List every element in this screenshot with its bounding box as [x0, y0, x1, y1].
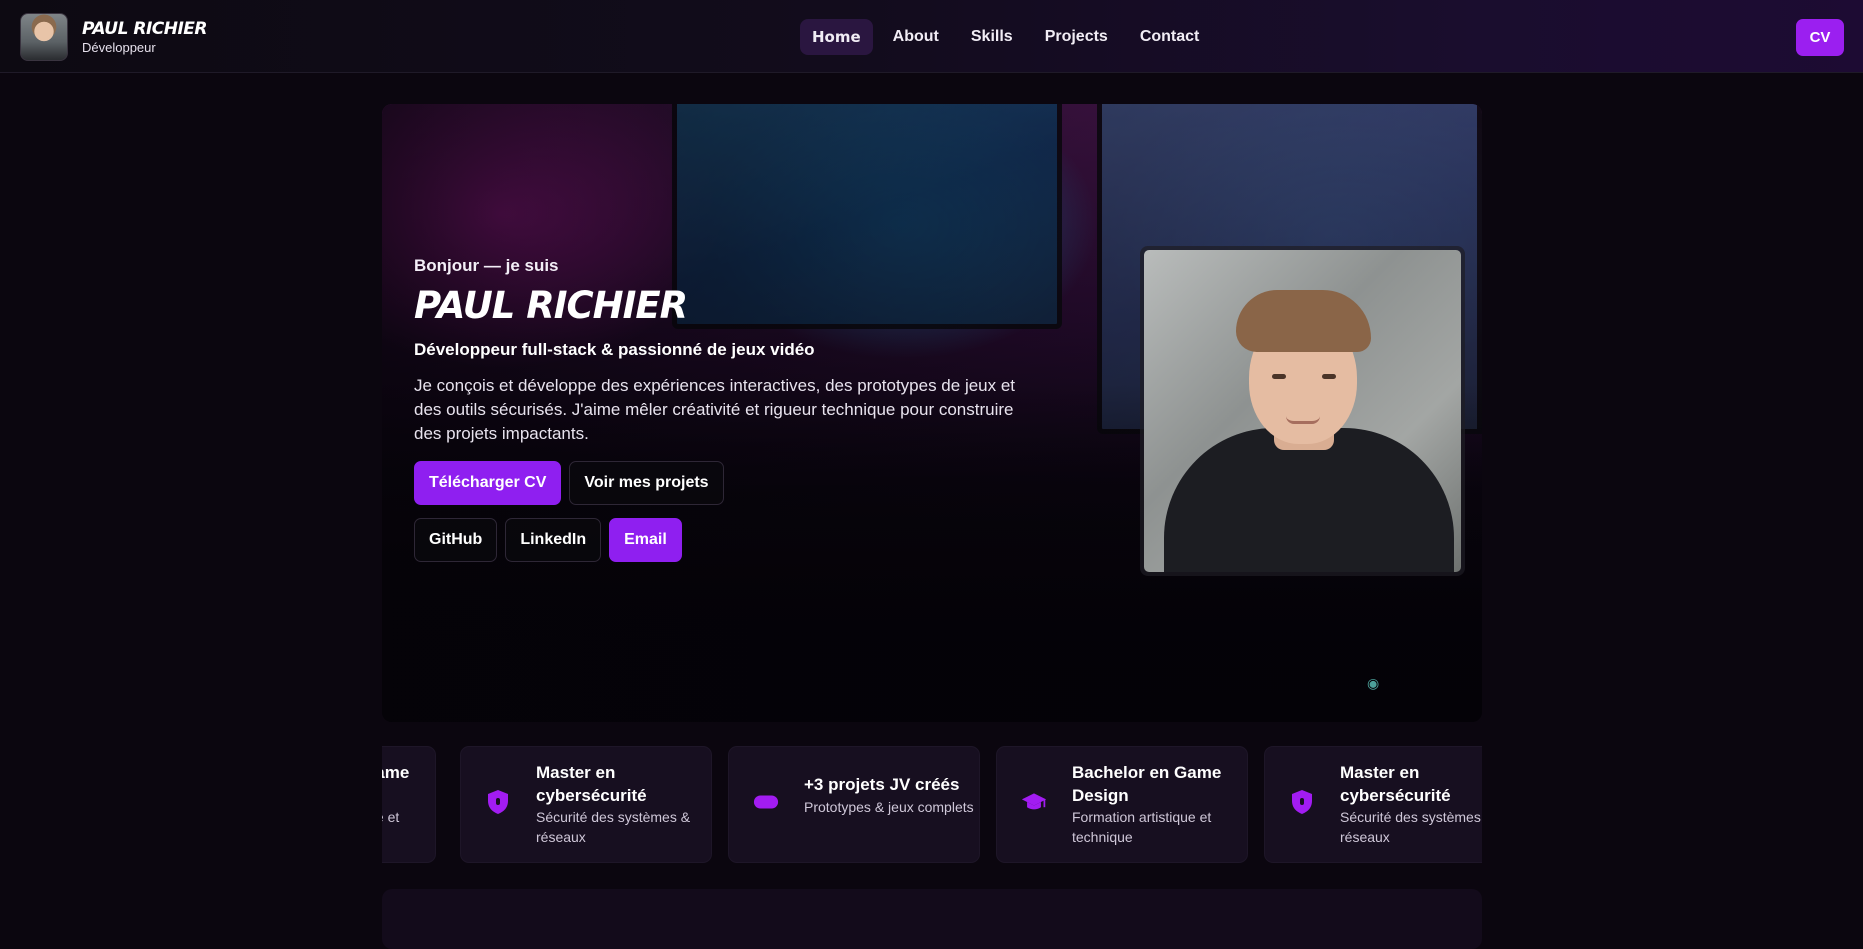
- scroll-eye-icon: ◉: [1367, 675, 1380, 691]
- graduation-cap-icon: [1021, 789, 1047, 815]
- nav-links: Home About Skills Projects Contact: [800, 19, 1219, 55]
- stat-title: Bachelor en Game Design: [1072, 763, 1222, 805]
- hero-actions: Télécharger CV Voir mes projets: [414, 461, 1034, 505]
- nav-link-about[interactable]: About: [881, 19, 951, 55]
- nav-link-skills[interactable]: Skills: [959, 19, 1025, 55]
- stat-card: Bachelor en Game Design Formation artist…: [996, 746, 1248, 863]
- brand[interactable]: Paul Richier Développeur: [20, 13, 208, 61]
- gamepad-icon: [753, 789, 779, 815]
- next-section-panel: [382, 889, 1482, 949]
- cv-button[interactable]: CV: [1796, 19, 1844, 56]
- shield-icon: [1289, 789, 1315, 815]
- hero-name: Paul Richier: [414, 284, 688, 327]
- email-button[interactable]: Email: [609, 518, 682, 562]
- hero-description: Je conçois et développe des expériences …: [414, 376, 1016, 443]
- hero-greeting: Bonjour — je suis: [414, 256, 559, 275]
- brand-text: Paul Richier Développeur: [82, 19, 208, 55]
- brand-name: Paul Richier: [82, 19, 208, 39]
- download-cv-button[interactable]: Télécharger CV: [414, 461, 562, 505]
- nav-link-projects[interactable]: Projects: [1033, 19, 1120, 55]
- nav-link-home[interactable]: Home: [800, 19, 873, 55]
- stat-card: Master en cybersécurité Sécurité des sys…: [460, 746, 712, 863]
- view-projects-button[interactable]: Voir mes projets: [569, 461, 724, 505]
- nav-link-contact[interactable]: Contact: [1128, 19, 1212, 55]
- stat-desc: Formation artistique et technique: [382, 809, 400, 825]
- photo-smile: [1286, 416, 1320, 424]
- photo-eye-left: [1272, 374, 1286, 379]
- stat-card: +3 projets JV créés Prototypes & jeux co…: [728, 746, 980, 863]
- linkedin-button[interactable]: LinkedIn: [505, 518, 602, 562]
- stat-desc: Sécurité des systèmes & réseaux: [1340, 809, 1482, 845]
- brand-role: Développeur: [82, 40, 156, 55]
- github-button[interactable]: GitHub: [414, 518, 498, 562]
- stat-desc: Prototypes & jeux complets: [804, 799, 974, 815]
- photo-eye-right: [1322, 374, 1336, 379]
- stat-card: Master en cybersécurité Sécurité des sys…: [1264, 746, 1482, 863]
- stat-card: Bachelor en Game Design Formation artist…: [382, 746, 436, 863]
- stat-desc: Sécurité des systèmes & réseaux: [536, 809, 691, 845]
- top-navbar: Paul Richier Développeur Home About Skil…: [0, 0, 1863, 73]
- social-links: GitHub LinkedIn Email: [414, 518, 1034, 562]
- hero-section: Bonjour — je suis Paul Richier Développe…: [382, 104, 1482, 722]
- stat-title: +3 projets JV créés: [804, 775, 960, 794]
- hero-subtitle: Développeur full-stack & passionné de je…: [414, 340, 815, 359]
- profile-portrait: [1140, 246, 1465, 576]
- hero-content: Bonjour — je suis Paul Richier Développe…: [414, 256, 1034, 562]
- avatar: [20, 13, 68, 61]
- stat-title: Master en cybersécurité: [536, 763, 647, 805]
- stats-carousel: Bachelor en Game Design Formation artist…: [382, 746, 1482, 864]
- stat-desc: Formation artistique et technique: [1072, 809, 1212, 845]
- photo-hair: [1236, 290, 1371, 352]
- stat-title: Master en cybersécurité: [1340, 763, 1451, 805]
- stat-title: Bachelor en Game Design: [382, 763, 410, 782]
- shield-icon: [485, 789, 511, 815]
- profile-photo: [1144, 250, 1461, 572]
